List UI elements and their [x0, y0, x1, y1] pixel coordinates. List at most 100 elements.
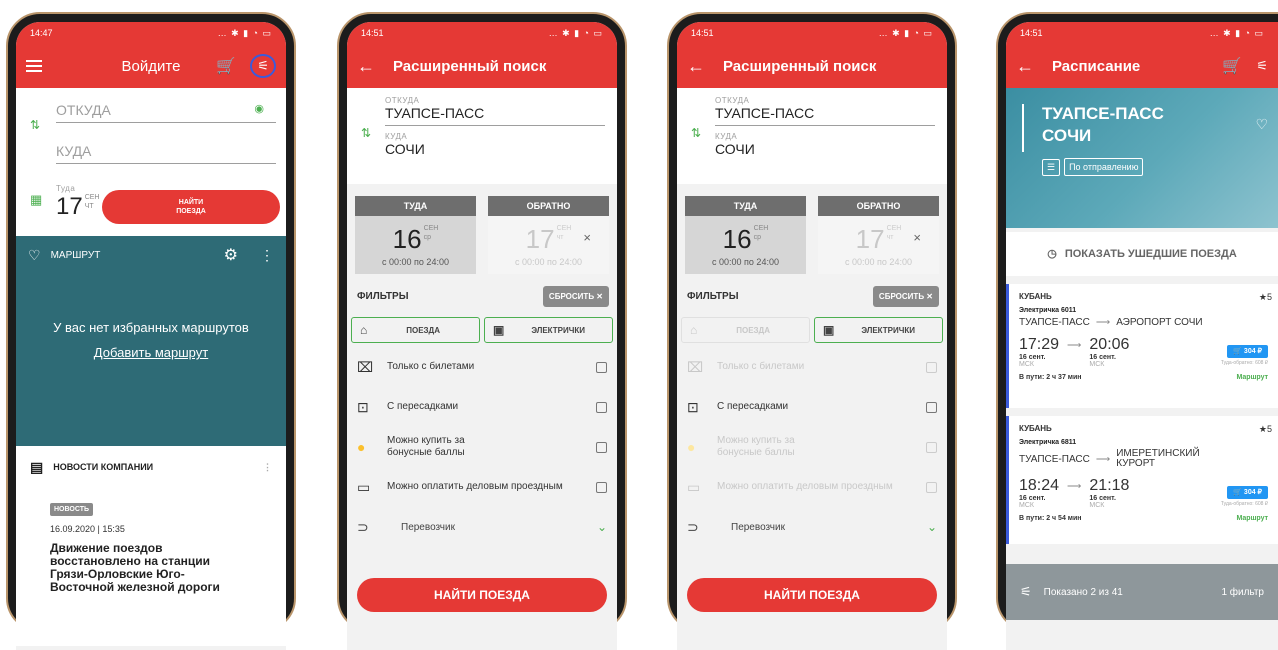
find-trains-button[interactable]: НАЙТИ ПОЕЗДА	[357, 578, 607, 612]
sort-button[interactable]: По отправлению	[1064, 158, 1144, 176]
route-link[interactable]: Маршрут	[1236, 515, 1268, 522]
filter-count[interactable]: 1 фильтр	[1221, 587, 1264, 598]
price-button[interactable]: 🛒 304 ₽	[1227, 486, 1268, 499]
business-checkbox[interactable]	[926, 481, 937, 493]
card-carrier: КУБАНЬ	[1019, 292, 1052, 301]
schedule-screen: 14:51 … ✱ ▮ ◔ ▭ ← Расписание 🛒 ⚟ ТУАПСЕ-…	[1006, 22, 1278, 650]
more-icon[interactable]: ⋮	[260, 247, 274, 264]
transfers-checkbox[interactable]	[596, 401, 607, 413]
option-business[interactable]: ▭ Можно оплатить деловым проездным	[677, 467, 947, 507]
filter-settings-icon[interactable]: ⚟	[1020, 584, 1032, 600]
back-arrow-icon[interactable]: ←	[687, 56, 705, 77]
transport-chips: ⌂ ПОЕЗДА ▣ ЭЛЕКТРИЧКИ	[347, 307, 617, 347]
to-field[interactable]: СОЧИ	[385, 141, 605, 161]
option-tickets[interactable]: ⌧ Только с билетами	[347, 347, 617, 387]
chip-trains[interactable]: ⌂ ПОЕЗДА	[351, 317, 480, 343]
reset-filters-button[interactable]: СБРОСИТЬ ✕	[872, 286, 939, 307]
rating: ★5	[1258, 292, 1272, 302]
swap-icon[interactable]: ⇅	[691, 126, 701, 140]
roundtrip-price: Туда-обратно: 608 ₽	[1220, 360, 1268, 366]
gear-icon[interactable]: ⚙	[224, 245, 238, 265]
business-card-icon: ▭	[357, 478, 371, 495]
electric-train-icon: ▣	[823, 323, 835, 337]
results-summary-bar[interactable]: ⚟ Показано 2 из 41 1 фильтр	[1006, 564, 1278, 620]
carrier-dropdown[interactable]: ⊃ Перевозчик ⌄	[677, 507, 947, 547]
tickets-checkbox[interactable]	[596, 361, 607, 373]
to-label: КУДА	[385, 132, 408, 141]
bonus-checkbox[interactable]	[596, 441, 607, 453]
hero-from-station: ТУАПСЕ-ПАСС	[1042, 104, 1164, 123]
swap-icon[interactable]: ⇅	[361, 126, 371, 140]
transport-chips: ⌂ ПОЕЗДА ▣ ЭЛЕКТРИЧКИ	[677, 307, 947, 347]
status-bar: 14:51 … ✱ ▮ ◔ ▭	[1006, 22, 1278, 44]
clear-date-icon[interactable]: ×	[913, 230, 921, 245]
card-times: 18:24 16 сент. МСК ⟶ 21:18 16 сент. МСК 🛒 30…	[1019, 477, 1268, 509]
find-trains-button[interactable]: НАЙТИ ПОЕЗДА	[687, 578, 937, 612]
from-label: ОТКУДА	[715, 96, 750, 105]
add-route-link[interactable]: Добавить маршрут	[16, 345, 286, 360]
back-month-weekday: СЕН чт	[556, 225, 572, 241]
date-picker[interactable]: Туда 17 СЕН ЧТ	[56, 184, 99, 221]
there-date-card[interactable]: ТУДА 16 СЕН ср с 00:00 по 24:00	[685, 196, 806, 274]
filter-settings-icon[interactable]: ⚟	[1256, 58, 1268, 74]
rating: ★5	[1258, 424, 1272, 434]
there-date-box: 16 СЕН ср с 00:00 по 24:00	[355, 216, 476, 274]
shown-count: Показано 2 из 41	[1043, 586, 1123, 598]
cart-icon[interactable]: 🛒	[216, 56, 236, 76]
carrier-dropdown[interactable]: ⊃ Перевозчик ⌄	[347, 507, 617, 547]
swap-icon[interactable]: ⇅	[30, 118, 40, 132]
search-screen-trains: 14:51 … ✱ ▮ ◔ ▭ ← Расширенный поиск ⇅ ОТ…	[347, 22, 617, 650]
find-trains-button[interactable]: НАЙТИ ПОЕЗДА	[102, 190, 280, 224]
back-arrow-icon[interactable]: ←	[357, 56, 375, 77]
from-field[interactable]: ТУАПСЕ-ПАСС	[385, 105, 605, 126]
chip-trains[interactable]: ⌂ ПОЕЗДА	[681, 317, 810, 343]
train-card[interactable]: КУБАНЬ ★5 Электричка 6811 ТУАПСЕ-ПАСС ⟶ ИМ…	[1006, 416, 1278, 544]
from-field[interactable]: ТУАПСЕ-ПАСС	[715, 105, 935, 126]
news-headline[interactable]: Движение поездов восстановлено на станци…	[50, 542, 238, 594]
clear-date-icon[interactable]: ×	[583, 230, 591, 245]
back-date-box: 17 СЕН чт × с 00:00 по 24:00	[488, 216, 609, 274]
sort-icon[interactable]: ☰	[1042, 158, 1061, 176]
back-arrow-icon[interactable]: ←	[1016, 56, 1034, 77]
electric-train-icon: ▣	[493, 323, 505, 337]
option-transfers[interactable]: ⊡ С пересадками	[347, 387, 617, 427]
status-icons: … ✱ ▮ ◔ ▭	[878, 27, 933, 38]
bonus-checkbox[interactable]	[926, 441, 937, 453]
chip-electric[interactable]: ▣ ЭЛЕКТРИЧКИ	[814, 317, 943, 343]
there-date-card[interactable]: ТУДА 16 СЕН ср с 00:00 по 24:00	[355, 196, 476, 274]
price-button[interactable]: 🛒 304 ₽	[1227, 345, 1268, 358]
to-field[interactable]: СОЧИ	[715, 141, 935, 161]
filter-settings-icon[interactable]: ⚟	[250, 54, 276, 78]
transfers-checkbox[interactable]	[926, 401, 937, 413]
option-business[interactable]: ▭ Можно оплатить деловым проездным	[347, 467, 617, 507]
bonus-coin-icon: ●	[687, 439, 696, 455]
there-header: ТУДА	[355, 196, 476, 216]
option-bonus[interactable]: ● Можно купить за бонусные баллы	[677, 427, 947, 467]
app-bar: ← Расширенный поиск	[677, 44, 947, 88]
reset-filters-button[interactable]: СБРОСИТЬ ✕	[542, 286, 609, 307]
news-more-icon[interactable]: ⋮	[263, 462, 272, 473]
status-bar: 14:51 … ✱ ▮ ◔ ▭	[677, 22, 947, 44]
status-time: 14:51	[691, 28, 714, 38]
heart-icon[interactable]: ♡	[1255, 116, 1268, 133]
from-input[interactable]: ОТКУДА ◉	[56, 102, 276, 123]
business-checkbox[interactable]	[596, 481, 607, 493]
train-card[interactable]: КУБАНЬ ★5 Электричка 6011 ТУАПСЕ-ПАСС ⟶ АЭ…	[1006, 284, 1278, 408]
show-departed-button[interactable]: ◷ ПОКАЗАТЬ УШЕДШИЕ ПОЕЗДА	[1006, 232, 1278, 276]
to-input[interactable]: КУДА	[56, 143, 276, 164]
option-bonus[interactable]: ● Можно купить за бонусные баллы	[347, 427, 617, 467]
back-header: ОБРАТНО	[488, 196, 609, 216]
option-transfers[interactable]: ⊡ С пересадками	[677, 387, 947, 427]
option-tickets[interactable]: ⌧ Только с билетами	[677, 347, 947, 387]
route-line	[1022, 104, 1024, 152]
back-date-card[interactable]: ОБРАТНО 17 СЕН чт × с 00:00 по 24:00	[818, 196, 939, 274]
back-date-card[interactable]: ОБРАТНО 17 СЕН чт × с 00:00 по 24:00	[488, 196, 609, 274]
calendar-icon: ▦	[30, 192, 43, 207]
cart-icon[interactable]: 🛒	[1222, 56, 1242, 76]
card-duration: В пути: 2 ч 37 мин	[1019, 374, 1082, 381]
route-link[interactable]: Маршрут	[1236, 374, 1268, 381]
tickets-checkbox[interactable]	[926, 361, 937, 373]
chip-electric[interactable]: ▣ ЭЛЕКТРИЧКИ	[484, 317, 613, 343]
location-pin-icon[interactable]: ◉	[254, 102, 264, 115]
app-bar: Войдите 🛒 ⚟	[16, 44, 286, 88]
